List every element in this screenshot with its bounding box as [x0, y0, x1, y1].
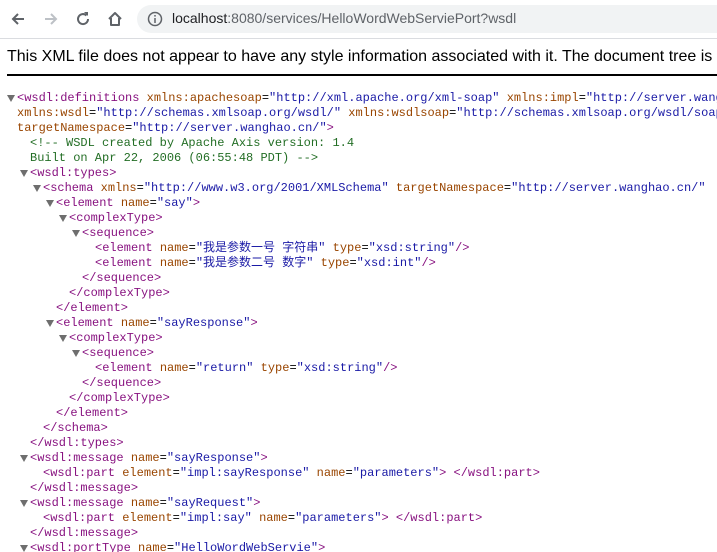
url-path: :8080/services/HelloWordWebServiePort?ws…: [227, 10, 517, 26]
collapse-triangle-icon[interactable]: [20, 455, 28, 462]
url-text[interactable]: localhost:8080/services/HelloWordWebServ…: [172, 10, 516, 26]
xml-line-definitions-3: targetNamespace="http://server.wanghao.c…: [17, 121, 334, 135]
xml-line-complextype: <complexType>: [69, 331, 163, 345]
xml-comment: <!-- WSDL created by Apache Axis version…: [30, 136, 355, 150]
info-circle-icon[interactable]: [147, 11, 163, 27]
xml-line-element-return: <element name="return" type="xsd:string"…: [95, 361, 398, 375]
browser-toolbar: localhost:8080/services/HelloWordWebServ…: [0, 0, 717, 39]
xml-line-sequence-close: </sequence>: [82, 376, 162, 390]
xml-line-sequence: <sequence>: [82, 346, 155, 360]
xml-line-message-close: </wsdl:message>: [30, 526, 139, 540]
collapse-triangle-icon[interactable]: [20, 170, 28, 177]
xml-line-schema-close: </schema>: [43, 421, 108, 435]
banner-text: This XML file does not appear to have an…: [7, 48, 717, 65]
xml-line-part-sayresponse: <wsdl:part element="impl:sayResponse" na…: [43, 466, 540, 480]
xml-line-element-close: </element>: [56, 406, 129, 420]
xml-line-types: <wsdl:types>: [30, 166, 117, 180]
xml-line-sequence-close: </sequence>: [82, 271, 162, 285]
xml-line-complextype-close: </complexType>: [69, 391, 170, 405]
collapse-triangle-icon[interactable]: [7, 95, 15, 102]
xml-line-element-param1: <element name="我是参数一号 字符串" type="xsd:str…: [95, 241, 470, 255]
url-host: localhost: [172, 10, 228, 26]
banner-divider: [7, 74, 717, 76]
xml-line-element-param2: <element name="我是参数二号 数字" type="xsd:int"…: [95, 256, 436, 270]
xml-line-schema: <schema xmlns="http://www.w3.org/2001/XM…: [43, 181, 706, 195]
xml-line-message-sayrequest: <wsdl:message name="sayRequest">: [30, 496, 261, 510]
xml-line-porttype: <wsdl:portType name="HelloWordWebServie"…: [30, 541, 326, 552]
collapse-triangle-icon[interactable]: [20, 545, 28, 552]
xml-line-complextype: <complexType>: [69, 211, 163, 225]
xml-line-definitions: <wsdl:definitions xmlns:apachesoap="http…: [17, 91, 717, 105]
xml-line-element-say: <element name="say">: [56, 196, 201, 210]
xml-line-part-sayrequest: <wsdl:part element="impl:say" name="para…: [43, 511, 483, 525]
xml-line-sequence: <sequence>: [82, 226, 155, 240]
home-icon[interactable]: [103, 7, 127, 31]
collapse-triangle-icon[interactable]: [72, 350, 80, 357]
collapse-triangle-icon[interactable]: [59, 335, 67, 342]
xml-line-types-close: </wsdl:types>: [30, 436, 124, 450]
forward-arrow-icon[interactable]: [39, 7, 63, 31]
collapse-triangle-icon[interactable]: [72, 230, 80, 237]
collapse-triangle-icon[interactable]: [59, 215, 67, 222]
collapse-triangle-icon[interactable]: [20, 500, 28, 507]
xml-line-message-sayresponse: <wsdl:message name="sayResponse">: [30, 451, 268, 465]
xml-line-element-sayresponse: <element name="sayResponse">: [56, 316, 258, 330]
xml-line-complextype-close: </complexType>: [69, 286, 170, 300]
xml-line-element-close: </element>: [56, 301, 129, 315]
collapse-triangle-icon[interactable]: [46, 200, 54, 207]
xml-comment: Built on Apr 22, 2006 (06:55:48 PDT) -->: [30, 151, 319, 165]
collapse-triangle-icon[interactable]: [46, 320, 54, 327]
xml-info-banner: This XML file does not appear to have an…: [0, 38, 717, 75]
xml-line-message-close: </wsdl:message>: [30, 481, 139, 495]
back-arrow-icon[interactable]: [6, 7, 30, 31]
address-bar[interactable]: localhost:8080/services/HelloWordWebServ…: [137, 5, 717, 33]
xml-line-definitions-2: xmlns:wsdl="http://schemas.xmlsoap.org/w…: [17, 106, 717, 120]
collapse-triangle-icon[interactable]: [33, 185, 41, 192]
reload-icon[interactable]: [71, 7, 95, 31]
xml-tree: <wsdl:definitions xmlns:apachesoap="http…: [0, 84, 717, 552]
